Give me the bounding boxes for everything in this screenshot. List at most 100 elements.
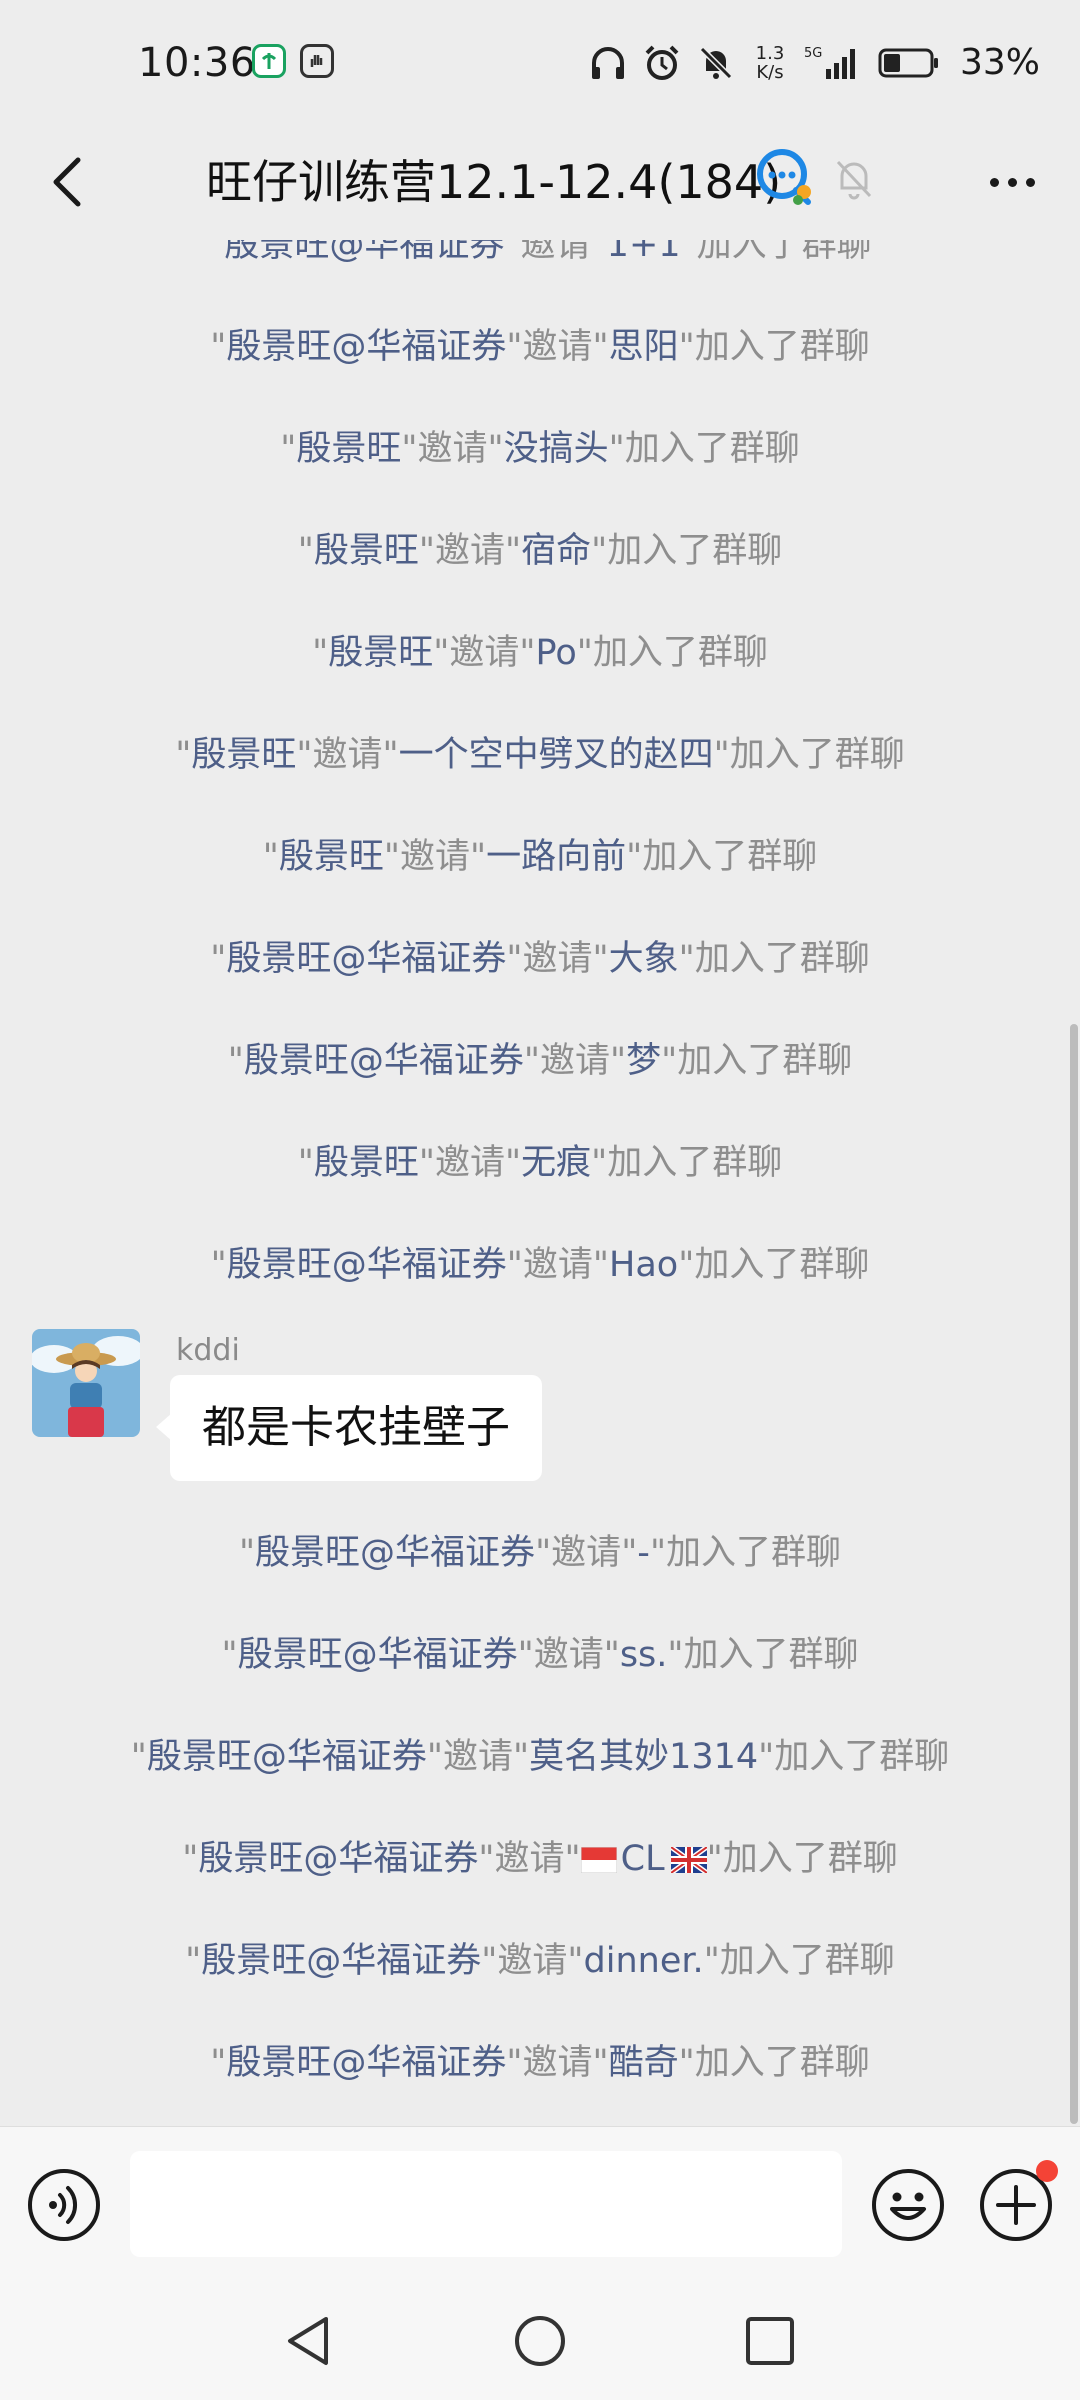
joined-suffix: 加入了群聊: [694, 1245, 870, 1285]
invite-verb: 邀请: [312, 735, 383, 775]
uk-flag-icon: [669, 1844, 709, 1876]
more-options-button[interactable]: [972, 142, 1052, 222]
system-message: "殷景旺"邀请"无痕"加入了群聊: [297, 1143, 783, 1183]
indonesia-flag-icon: [580, 1846, 618, 1874]
invite-verb: 邀请: [399, 837, 470, 877]
inviter-name[interactable]: 殷景旺@华福证券: [238, 1635, 518, 1675]
nav-home-button[interactable]: [500, 2306, 580, 2376]
invitee-name[interactable]: 大象: [609, 939, 679, 979]
system-message: "殷景旺@华福证券"邀请"Hao"加入了群聊: [210, 1245, 870, 1285]
scrollbar[interactable]: [1070, 1024, 1078, 2124]
nav-recents-button[interactable]: [730, 2306, 810, 2376]
invitee-name[interactable]: 一个空中劈叉的赵四: [399, 735, 714, 775]
system-message: "殷景旺@华福证券"邀请"dinner."加入了群聊: [185, 1941, 895, 1981]
bell-muted-icon: [832, 154, 876, 206]
inviter-name[interactable]: 殷景旺@华福证券: [224, 240, 504, 265]
invite-verb: 邀请: [434, 1143, 505, 1183]
alarm-icon: [645, 45, 679, 80]
invite-verb: 邀请: [522, 2043, 593, 2083]
status-bar: 10:36 1.3 K/s 5G 33%: [0, 0, 1080, 128]
joined-suffix: 加入了群聊: [666, 1533, 842, 1573]
voice-icon: [28, 2169, 100, 2241]
inviter-name[interactable]: 殷景旺@华福证券: [201, 1941, 481, 1981]
invite-verb: 邀请: [497, 1941, 568, 1981]
message-bubble[interactable]: 都是卡农挂壁子: [156, 1375, 542, 1481]
inviter-name[interactable]: 殷景旺@华福证券: [226, 939, 506, 979]
system-message: "殷景旺@华福证券"邀请"莫名其妙1314"加入了群聊: [130, 1737, 950, 1777]
system-message: "殷景旺"邀请"一路向前"加入了群聊: [262, 837, 818, 877]
inviter-name[interactable]: 殷景旺@华福证券: [226, 327, 506, 367]
input-bar: [0, 2126, 1080, 2280]
triangle-back-icon: [288, 2317, 328, 2365]
system-message: "殷景旺@华福证券"邀请"思阳"加入了群聊: [210, 327, 870, 367]
chat-message-list[interactable]: "殷景旺@华福证券"邀请"1+1"加入了群聊 "殷景旺@华福证券"邀请"思阳"加…: [0, 240, 1080, 2126]
inviter-name[interactable]: 殷景旺: [296, 429, 401, 469]
app-notification-icon: [252, 44, 286, 78]
joined-suffix: 加入了群聊: [624, 429, 800, 469]
invite-verb: 邀请: [434, 531, 505, 571]
sender-name: kddi: [176, 1333, 240, 1368]
joined-suffix: 加入了群聊: [607, 531, 783, 571]
invitee-name[interactable]: 没搞头: [504, 429, 609, 469]
invite-verb: 邀请: [522, 939, 593, 979]
invitee-name[interactable]: 酷奇: [609, 2043, 679, 2083]
invitee-name-text: CL: [620, 1839, 665, 1879]
invitee-name[interactable]: dinner.: [584, 1941, 704, 1981]
inviter-name[interactable]: 殷景旺: [191, 735, 296, 775]
system-message: "殷景旺@华福证券"邀请"大象"加入了群聊: [210, 939, 870, 979]
invitee-name[interactable]: Po: [535, 633, 576, 673]
joined-suffix: 加入了群聊: [696, 240, 872, 265]
invitee-name[interactable]: -: [637, 1533, 650, 1573]
nav-back-button[interactable]: [270, 2306, 350, 2376]
inviter-name[interactable]: 殷景旺: [279, 837, 384, 877]
invitee-name[interactable]: 1+1: [607, 240, 681, 265]
chat-status-icon[interactable]: [754, 146, 818, 214]
more-dots-icon: [989, 177, 999, 187]
invite-verb: 邀请: [449, 633, 520, 673]
inviter-name[interactable]: 殷景旺: [314, 531, 419, 571]
joined-suffix: 加入了群聊: [694, 939, 870, 979]
avatar[interactable]: [32, 1329, 140, 1437]
inviter-name[interactable]: 殷景旺@华福证券: [255, 1533, 535, 1573]
net-speed-unit: K/s: [756, 61, 784, 83]
voice-button[interactable]: [26, 2167, 102, 2243]
inviter-name[interactable]: 殷景旺@华福证券: [244, 1041, 524, 1081]
inviter-name[interactable]: 殷景旺@华福证券: [226, 2043, 506, 2083]
invitee-name[interactable]: Hao: [609, 1245, 678, 1285]
inviter-name[interactable]: 殷景旺: [328, 633, 433, 673]
joined-suffix: 加入了群聊: [683, 1635, 859, 1675]
invitee-name[interactable]: 一路向前: [486, 837, 626, 877]
invitee-name[interactable]: 梦: [626, 1041, 661, 1081]
status-left-icons: [252, 44, 334, 78]
emoji-button[interactable]: [870, 2167, 946, 2243]
status-right-icons: 1.3 K/s 5G 33%: [588, 42, 1040, 83]
joined-suffix: 加入了群聊: [719, 1941, 895, 1981]
invitee-name[interactable]: 莫名其妙1314: [529, 1737, 758, 1777]
inviter-name[interactable]: 殷景旺@华福证券: [227, 1245, 507, 1285]
joined-suffix: 加入了群聊: [607, 1143, 783, 1183]
mute-notification-icon: [699, 46, 733, 79]
chat-title: 旺仔训练营12.1-12.4(184): [206, 155, 782, 209]
invite-verb: 邀请: [417, 429, 488, 469]
message-input[interactable]: [130, 2151, 842, 2257]
notification-dot: [1036, 2160, 1058, 2182]
joined-suffix: 加入了群聊: [677, 1041, 853, 1081]
back-button[interactable]: [28, 142, 108, 222]
inviter-name[interactable]: 殷景旺@华福证券: [198, 1839, 478, 1879]
system-message: "殷景旺"邀请"Po"加入了群聊: [312, 633, 768, 673]
invitee-name[interactable]: 无痕: [521, 1143, 591, 1183]
message-row: kddi 都是卡农挂壁子: [32, 1323, 1032, 1483]
system-message: "殷景旺@华福证券"邀请"梦"加入了群聊: [227, 1041, 853, 1081]
invitee-name[interactable]: ss.: [620, 1635, 668, 1675]
invite-verb: 邀请: [551, 1533, 622, 1573]
headphones-icon: [591, 46, 624, 79]
square-recents-icon: [746, 2317, 794, 2365]
system-message: "殷景旺@华福证券"邀请" CL "加入了群聊: [182, 1839, 898, 1879]
inviter-name[interactable]: 殷景旺@华福证券: [147, 1737, 427, 1777]
invitee-name[interactable]: 宿命: [521, 531, 591, 571]
invitee-name[interactable]: CL: [580, 1839, 709, 1879]
system-message: "殷景旺@华福证券"邀请"-"加入了群聊: [238, 1533, 842, 1573]
circle-home-icon: [515, 2316, 565, 2366]
invitee-name[interactable]: 思阳: [609, 327, 679, 367]
inviter-name[interactable]: 殷景旺: [314, 1143, 419, 1183]
